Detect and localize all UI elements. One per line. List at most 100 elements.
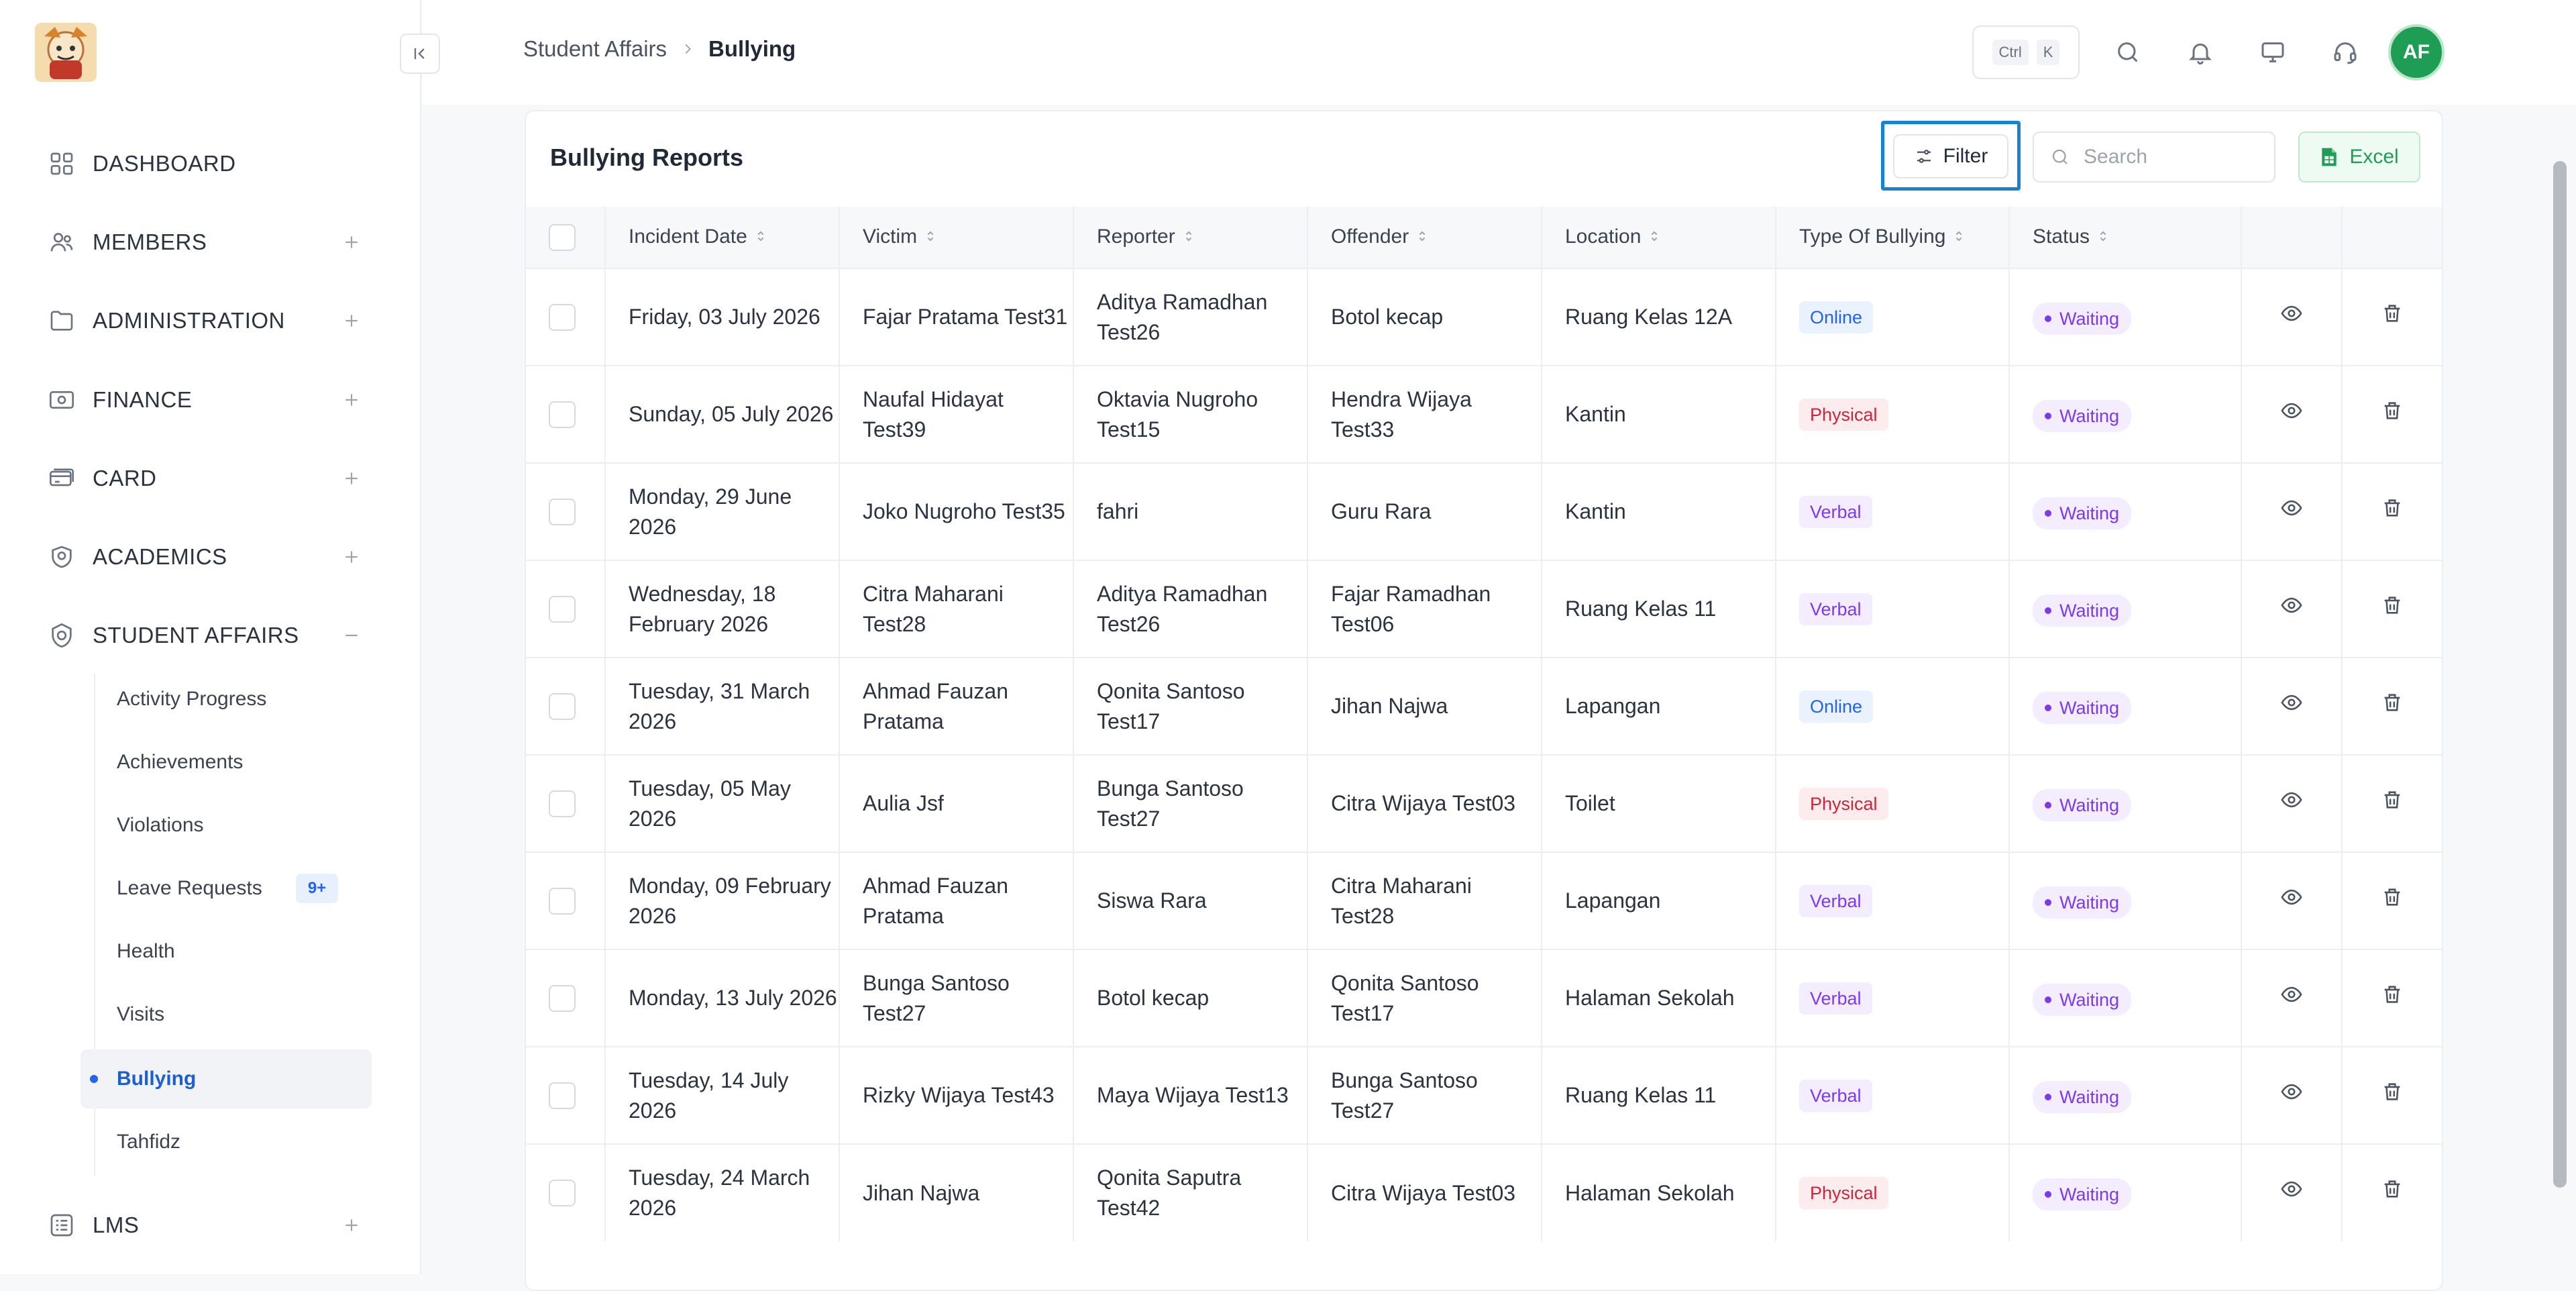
trash-icon[interactable] <box>2381 596 2404 621</box>
filter-button[interactable]: Filter <box>1893 134 2008 178</box>
submenu-leave-requests[interactable]: Leave Requests 9+ <box>80 859 372 918</box>
search-icon[interactable] <box>2110 35 2145 70</box>
row-checkbox[interactable] <box>549 984 576 1012</box>
sort-icon[interactable] <box>1953 226 1964 249</box>
table-row[interactable]: Sunday, 05 July 2026 Naufal Hidayat Test3… <box>526 365 2442 463</box>
column-header[interactable]: Reporter <box>1073 207 1308 268</box>
row-checkbox[interactable] <box>549 401 576 428</box>
column-header[interactable]: Incident Date <box>605 207 840 268</box>
submenu-bullying[interactable]: Bullying <box>80 1049 372 1108</box>
expand-plus-icon[interactable] <box>341 546 362 568</box>
select-all-checkbox[interactable] <box>549 223 576 251</box>
nav-finance[interactable]: FINANCE <box>47 380 362 420</box>
collapse-sidebar-button[interactable] <box>400 34 440 74</box>
column-header[interactable]: Offender <box>1307 207 1542 268</box>
row-checkbox[interactable] <box>549 1180 576 1206</box>
eye-icon[interactable] <box>2280 792 2303 816</box>
column-header[interactable]: Status <box>2009 207 2242 268</box>
expand-plus-icon[interactable] <box>341 231 362 253</box>
status-label: Waiting <box>2059 503 2120 523</box>
column-header[interactable]: Victim <box>839 207 1074 268</box>
status-cell: Waiting <box>2009 657 2242 755</box>
user-avatar[interactable]: AF <box>2388 24 2445 81</box>
table-row[interactable]: Tuesday, 05 May 2026 Aulia Jsf Bunga Santo… <box>526 754 2442 852</box>
school-logo[interactable] <box>35 23 97 82</box>
expand-plus-icon[interactable] <box>341 389 362 411</box>
table-row[interactable]: Monday, 29 June 2026 Joko Nugroho Test35 f… <box>526 462 2442 560</box>
trash-icon[interactable] <box>2381 790 2404 816</box>
trash-icon[interactable] <box>2381 1180 2404 1205</box>
search-field[interactable] <box>2033 132 2275 183</box>
nav-lms[interactable]: LMS <box>47 1205 362 1245</box>
nav-card[interactable]: CARD <box>47 458 362 499</box>
eye-icon[interactable] <box>2280 500 2303 524</box>
search-input[interactable] <box>2082 145 2253 169</box>
sort-icon[interactable] <box>2098 226 2108 249</box>
row-checkbox[interactable] <box>549 303 576 331</box>
trash-icon[interactable] <box>2381 401 2404 427</box>
table-row[interactable]: Tuesday, 14 July 2026 Rizky Wijaya Test43… <box>526 1046 2442 1144</box>
column-header[interactable]: Location <box>1542 207 1776 268</box>
row-checkbox[interactable] <box>549 498 576 525</box>
offender-cell: Citra Wijaya Test03 <box>1307 1143 1542 1241</box>
offender-cell: Hendra Wijaya Test33 <box>1307 365 1542 463</box>
row-checkbox[interactable] <box>549 595 576 623</box>
table-row[interactable]: Monday, 13 July 2026 Bunga Santoso Test27… <box>526 949 2442 1047</box>
table-row[interactable]: Monday, 09 February 2026 Ahmad Fauzan Pra… <box>526 851 2442 949</box>
submenu-activity-progress[interactable]: Activity Progress <box>80 670 372 729</box>
expand-plus-icon[interactable] <box>341 468 362 489</box>
nav-members[interactable]: MEMBERS <box>47 222 362 262</box>
eye-icon[interactable] <box>2280 305 2303 329</box>
eye-icon[interactable] <box>2280 986 2303 1011</box>
submenu-tahfidz[interactable]: Tahfidz <box>80 1113 372 1172</box>
nav-administration[interactable]: ADMINISTRATION <box>47 301 362 341</box>
scrollbar-thumb[interactable] <box>2553 161 2567 1188</box>
collapse-minus-icon[interactable] <box>341 625 362 646</box>
table-row[interactable]: Tuesday, 24 March 2026 Jihan Najwa Qonita … <box>526 1143 2442 1241</box>
nav-student-affairs[interactable]: STUDENT AFFAIRS <box>47 615 362 656</box>
eye-icon[interactable] <box>2280 1084 2303 1108</box>
trash-icon[interactable] <box>2381 1082 2404 1108</box>
excel-export-button[interactable]: Excel <box>2298 132 2420 183</box>
sort-icon[interactable] <box>925 226 936 249</box>
eye-icon[interactable] <box>2280 694 2303 719</box>
monitor-icon[interactable] <box>2255 35 2290 70</box>
breadcrumb-student-affairs[interactable]: Student Affairs <box>523 36 667 62</box>
expand-plus-icon[interactable] <box>341 1215 362 1236</box>
eye-icon[interactable] <box>2280 597 2303 621</box>
row-checkbox[interactable] <box>549 790 576 817</box>
victim-cell: Ahmad Fauzan Pratama <box>839 851 1074 949</box>
submenu-visits[interactable]: Visits <box>80 985 372 1044</box>
column-header[interactable]: Type Of Bullying <box>1776 207 2010 268</box>
nav-dashboard[interactable]: DASHBOARD <box>47 144 362 184</box>
reporter-cell: Bunga Santoso Test27 <box>1073 754 1308 852</box>
sort-icon[interactable] <box>1417 226 1428 249</box>
headset-icon[interactable] <box>2328 35 2363 70</box>
nav-academics[interactable]: ACADEMICS <box>47 537 362 577</box>
trash-icon[interactable] <box>2381 499 2404 524</box>
eye-icon[interactable] <box>2280 1181 2303 1205</box>
column-label: Offender <box>1331 225 1409 248</box>
submenu-achievements[interactable]: Achievements <box>80 733 372 792</box>
table-row[interactable]: Wednesday, 18 February 2026 Citra Maharan… <box>526 560 2442 658</box>
bell-icon[interactable] <box>2183 35 2218 70</box>
expand-plus-icon[interactable] <box>341 310 362 331</box>
trash-icon[interactable] <box>2381 985 2404 1011</box>
submenu-violations[interactable]: Violations <box>80 796 372 855</box>
trash-icon[interactable] <box>2381 304 2404 329</box>
row-checkbox[interactable] <box>549 887 576 915</box>
row-checkbox[interactable] <box>549 1082 576 1109</box>
sort-icon[interactable] <box>1649 226 1660 249</box>
location-cell: Ruang Kelas 11 <box>1542 560 1776 658</box>
trash-icon[interactable] <box>2381 888 2404 913</box>
row-checkbox[interactable] <box>549 692 576 720</box>
submenu-health[interactable]: Health <box>80 922 372 981</box>
sort-icon[interactable] <box>1183 226 1194 249</box>
sort-icon[interactable] <box>755 226 766 249</box>
trash-icon[interactable] <box>2381 693 2404 719</box>
command-palette-shortcut[interactable]: Ctrl K <box>1972 25 2080 79</box>
table-row[interactable]: Friday, 03 July 2026 Fajar Pratama Test31… <box>526 268 2442 366</box>
table-row[interactable]: Tuesday, 31 March 2026 Ahmad Fauzan Prata… <box>526 657 2442 755</box>
eye-icon[interactable] <box>2280 889 2303 913</box>
eye-icon[interactable] <box>2280 403 2303 427</box>
